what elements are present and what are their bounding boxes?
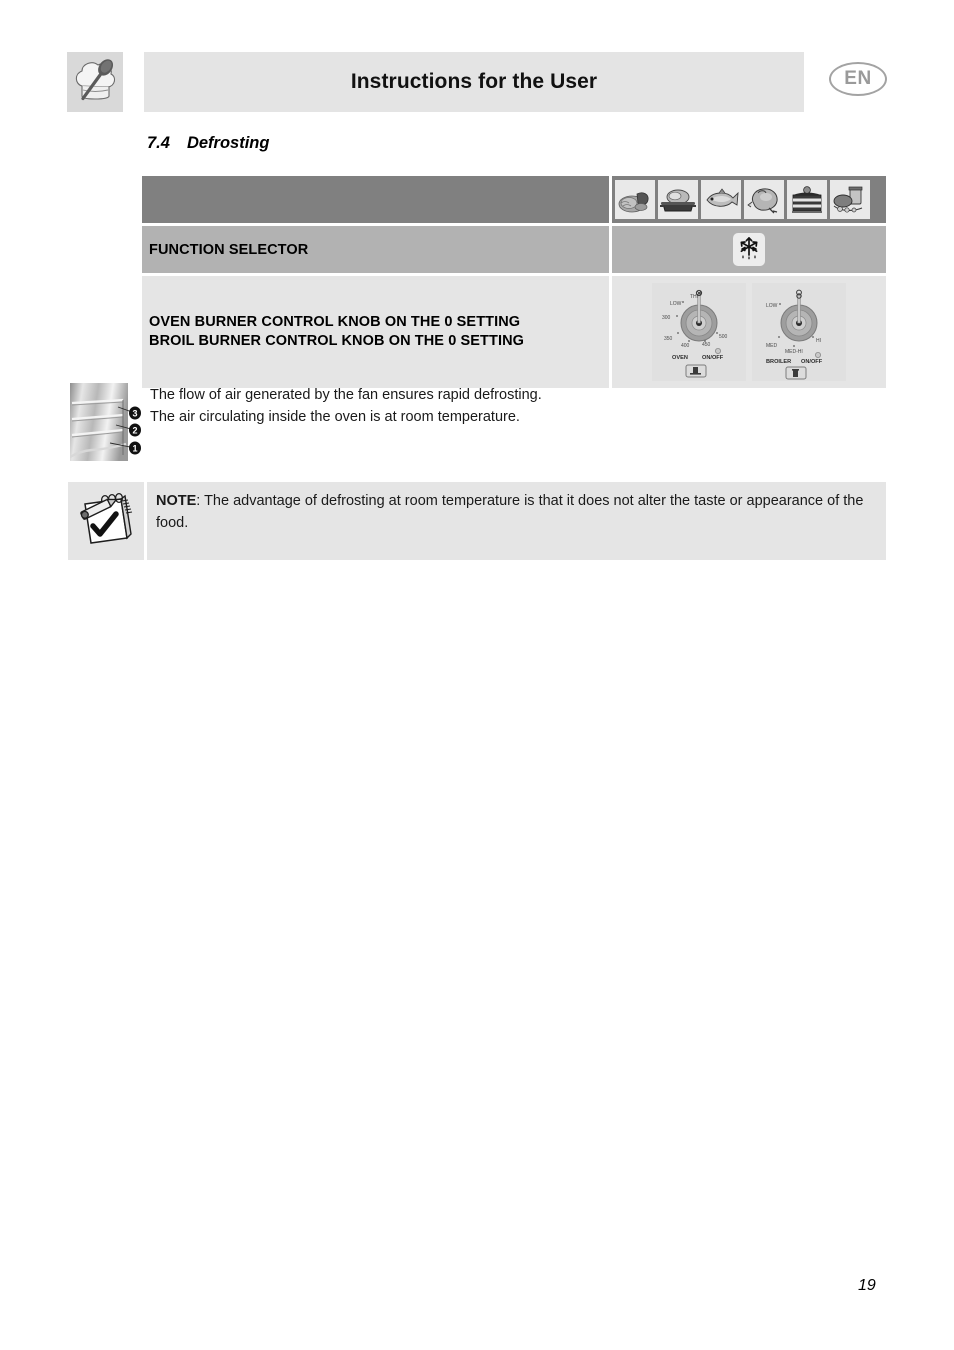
table-row-knob-settings: OVEN BURNER CONTROL KNOB ON THE 0 SETTIN…	[142, 276, 886, 388]
section-number: 7.4	[147, 134, 170, 152]
note-body-text: : The advantage of defrosting at room te…	[156, 493, 864, 531]
description-line-2: The air circulating inside the oven is a…	[150, 409, 520, 425]
knob-caption-oven: OVEN	[672, 355, 688, 361]
language-badge: EN	[829, 62, 887, 96]
snowflake-defrost-icon	[733, 233, 765, 266]
knob-label-hi: HI	[816, 338, 821, 344]
function-selector-label: FUNCTION SELECTOR	[149, 241, 309, 258]
shelf-number-1: 1	[132, 443, 137, 453]
section-heading: 7.4 Defrosting	[147, 134, 269, 153]
note-text-cell: NOTE: The advantage of defrosting at roo…	[147, 482, 886, 560]
oven-knob-setting-line: OVEN BURNER CONTROL KNOB ON THE 0 SETTIN…	[149, 314, 521, 330]
fish-icon	[701, 180, 741, 219]
chef-hat-spoon-icon	[67, 52, 123, 112]
knob-label-low: LOW	[670, 301, 682, 307]
shelf-number-2: 2	[132, 425, 137, 435]
knob-label-400: 400	[681, 343, 690, 349]
broil-burner-knob: LOW MED MED-HI HI BROILER ON/OFF	[752, 283, 846, 381]
knob-label-300: 300	[662, 315, 671, 321]
knob-caption-broiler: BROILER	[766, 359, 791, 365]
function-selector-label-cell: FUNCTION SELECTOR	[142, 226, 609, 273]
defrosting-description-text: The flow of air generated by the fan ens…	[150, 384, 880, 428]
knob-label-low: LOW	[766, 303, 778, 309]
knob-label-350: 350	[664, 336, 673, 342]
header-title-bar: Instructions for the User	[144, 52, 804, 112]
bread-rolls-icon	[615, 180, 655, 219]
oven-cavity-shelf-positions-icon: 3 2 1	[70, 383, 145, 461]
defrosting-settings-table: FUNCTION SELECTOR OVEN BURNER CONTROL KN…	[142, 176, 886, 388]
page-number: 19	[858, 1277, 876, 1294]
note-callout: NOTE: The advantage of defrosting at roo…	[68, 482, 886, 560]
poultry-chicken-icon	[744, 180, 784, 219]
knob-diagrams-cell: THE LOW 300 350 400 450 500 OVEN ON/OFF …	[612, 276, 886, 388]
notepad-pen-check-icon	[75, 490, 137, 553]
description-line-1: The flow of air generated by the fan ens…	[150, 387, 542, 403]
note-label: NOTE	[156, 493, 197, 509]
preserves-canning-icon	[830, 180, 870, 219]
page-title: Instructions for the User	[350, 70, 598, 93]
food-icons-spacer-cell	[142, 176, 609, 223]
knob-settings-label-cell: OVEN BURNER CONTROL KNOB ON THE 0 SETTIN…	[142, 276, 609, 388]
shelf-number-3: 3	[132, 408, 137, 418]
knob-caption-onoff: ON/OFF	[702, 355, 724, 361]
roast-meat-pan-icon	[658, 180, 698, 219]
language-badge-label: EN	[844, 68, 872, 89]
broil-knob-setting-line: BROIL BURNER CONTROL KNOB ON THE 0 SETTI…	[149, 333, 525, 349]
oven-burner-knob: THE LOW 300 350 400 450 500 OVEN ON/OFF	[652, 283, 746, 381]
food-icons-cell	[612, 176, 886, 223]
table-row-function-selector: FUNCTION SELECTOR	[142, 226, 886, 273]
knob-label-500: 500	[719, 334, 728, 340]
note-icon-cell	[68, 482, 144, 560]
section-title-text: Defrosting	[186, 134, 270, 152]
defrosting-description-block: 3 2 1 The flow of air generated by the f…	[70, 383, 886, 463]
layer-cake-icon	[787, 180, 827, 219]
function-selector-icon-cell	[612, 226, 886, 273]
knob-label-medhi: MED-HI	[785, 349, 803, 355]
knob-label-med: MED	[766, 343, 778, 349]
table-row-food-icons	[142, 176, 886, 223]
page-header: Instructions for the User EN	[67, 52, 887, 112]
knob-caption-onoff: ON/OFF	[801, 359, 823, 365]
knob-label-450: 450	[702, 342, 711, 348]
